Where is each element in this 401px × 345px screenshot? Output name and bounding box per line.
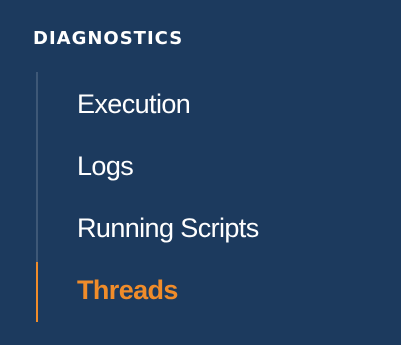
active-indicator [36,262,38,322]
section-title: DIAGNOSTICS [33,28,184,49]
nav-item-logs[interactable]: Logs [77,148,134,184]
nav-item-execution[interactable]: Execution [77,86,191,122]
nav-item-running-scripts[interactable]: Running Scripts [77,210,259,246]
nav-item-threads[interactable]: Threads [77,272,178,308]
